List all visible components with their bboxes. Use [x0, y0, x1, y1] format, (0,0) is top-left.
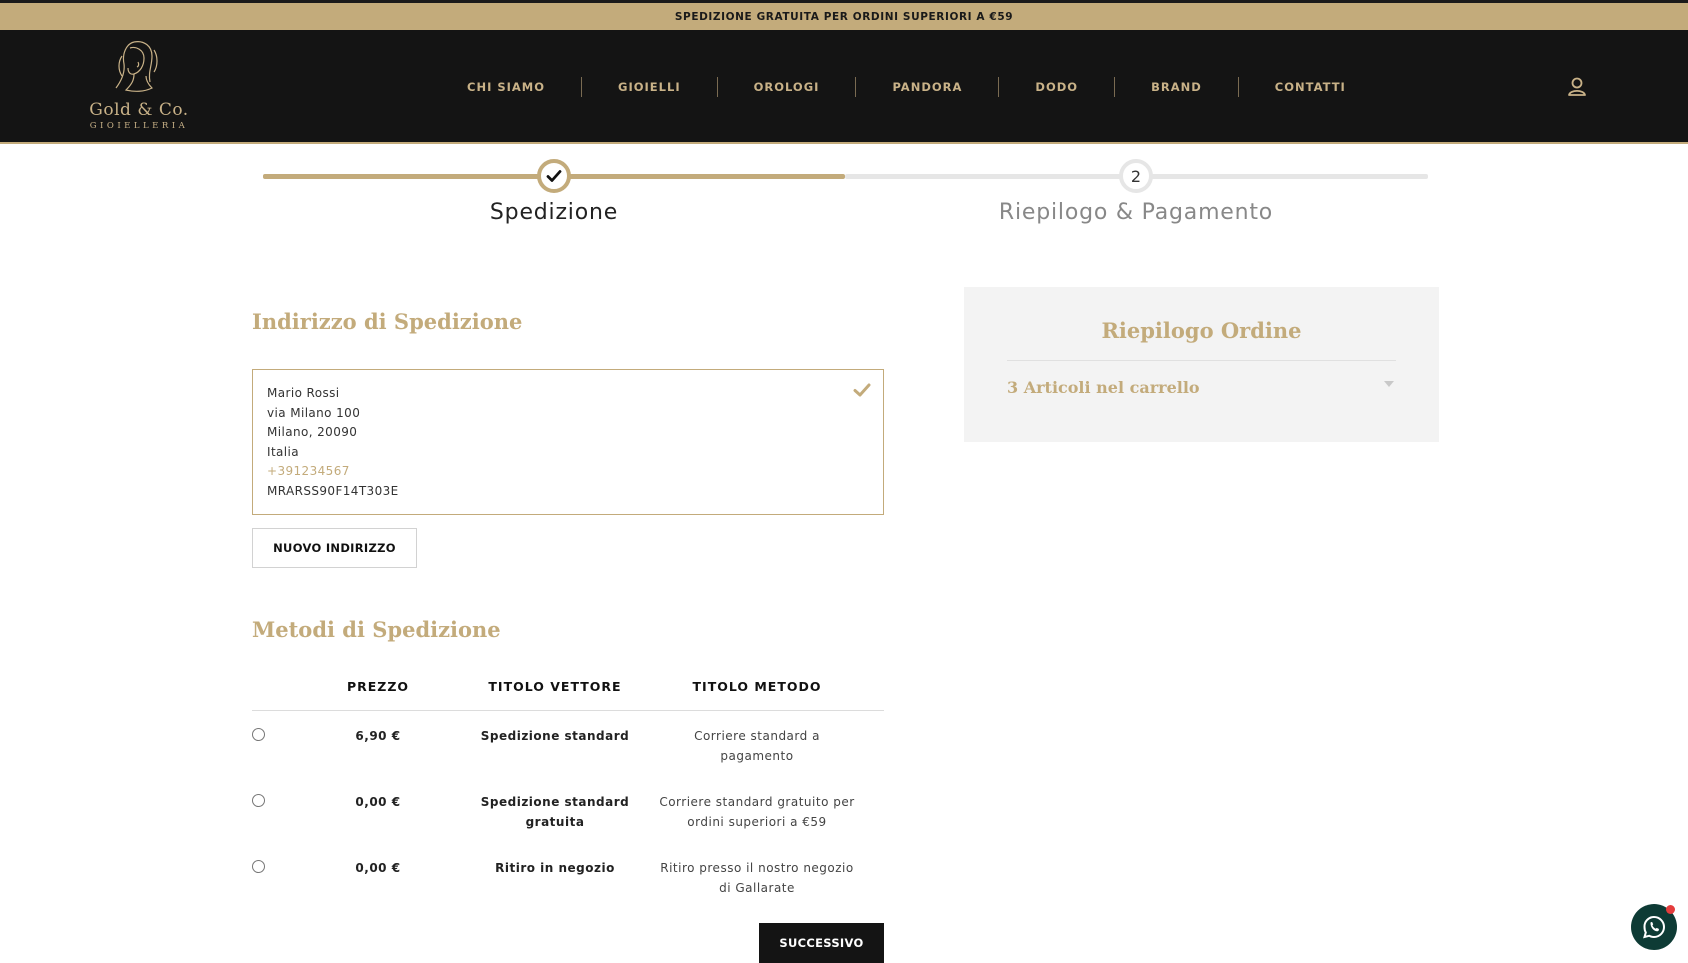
row-select-cell	[252, 793, 302, 859]
table-body: 6,90 € Spedizione standard Corriere stan…	[252, 711, 884, 925]
row-carrier: Spedizione standard	[480, 729, 630, 743]
logo-subtitle: GIOIELLERIA	[89, 121, 189, 131]
address-tax-code: MRARSS90F14T303E	[267, 483, 399, 498]
row-select-cell	[252, 859, 302, 925]
shipping-radio-standard[interactable]	[252, 728, 265, 741]
address-phone: +391234567	[267, 464, 350, 479]
site-header: Gold & Co. GIOIELLERIA CHI SIAMO GIOIELL…	[0, 30, 1688, 144]
header-price: PREZZO	[346, 679, 410, 694]
whatsapp-chat-button[interactable]	[1631, 904, 1677, 950]
header-method: TITOLO METODO	[692, 679, 822, 694]
main-nav: CHI SIAMO GIOIELLI OROLOGI PANDORA DODO …	[431, 74, 1382, 100]
nav-item-gioielli[interactable]: GIOIELLI	[581, 77, 717, 97]
step-1-label: Spedizione	[489, 200, 619, 225]
row-price: 6,90 €	[355, 729, 401, 743]
row-method: Ritiro presso il nostro negozio di Galla…	[660, 861, 854, 895]
selected-address-card[interactable]: Mario Rossi via Milano 100 Milano, 20090…	[252, 369, 884, 515]
nav-item-brand[interactable]: BRAND	[1114, 77, 1238, 97]
address-name: Mario Rossi	[267, 386, 340, 400]
cart-items-toggle[interactable]: 3 Articoli nel carrello	[1007, 378, 1200, 397]
nav-item-chi-siamo[interactable]: CHI SIAMO	[431, 77, 581, 97]
row-carrier: Ritiro in negozio	[495, 861, 615, 875]
row-select-cell	[252, 727, 302, 793]
whatsapp-icon	[1643, 915, 1665, 939]
logo[interactable]: Gold & Co. GIOIELLERIA	[86, 36, 192, 140]
row-carrier: Spedizione standard gratuita	[480, 795, 630, 829]
summary-divider	[1007, 360, 1396, 361]
promo-text: SPEDIZIONE GRATUITA PER ORDINI SUPERIORI…	[674, 10, 1014, 23]
address-country: Italia	[267, 444, 300, 459]
order-summary-title: Riepilogo Ordine	[1101, 318, 1302, 343]
notification-dot	[1666, 905, 1675, 914]
nav-item-orologi[interactable]: OROLOGI	[716, 77, 856, 97]
table-header-row: PREZZO TITOLO VETTORE TITOLO METODO	[252, 676, 884, 711]
nav-item-contatti[interactable]: CONTATTI	[1237, 77, 1382, 97]
table-row[interactable]: 0,00 € Ritiro in negozio Ritiro presso i…	[252, 859, 884, 925]
address-section-title: Indirizzo di Spedizione	[252, 309, 523, 334]
step-2-number: 2	[1130, 166, 1142, 186]
user-icon[interactable]	[1564, 74, 1590, 100]
row-method: Corriere standard a pagamento	[694, 729, 820, 763]
shipping-methods-title: Metodi di Spedizione	[252, 617, 501, 642]
checkmark-icon	[546, 170, 562, 182]
checkout-stepper: 2 Spedizione Riepilogo & Pagamento	[263, 156, 1428, 236]
shipping-radio-pickup[interactable]	[252, 860, 265, 873]
row-price: 0,00 €	[355, 861, 401, 875]
header-carrier: TITOLO VETTORE	[488, 679, 622, 694]
shipping-radio-free[interactable]	[252, 794, 265, 807]
row-price: 0,00 €	[355, 795, 401, 809]
nav-item-pandora[interactable]: PANDORA	[855, 77, 998, 97]
table-row[interactable]: 6,90 € Spedizione standard Corriere stan…	[252, 727, 884, 793]
order-summary-panel: Riepilogo Ordine 3 Articoli nel carrello	[964, 287, 1439, 442]
shipping-methods-table: PREZZO TITOLO VETTORE TITOLO METODO 6,90…	[252, 676, 884, 925]
selected-check-icon	[853, 383, 871, 397]
new-address-button[interactable]: NUOVO INDIRIZZO	[252, 528, 417, 568]
logo-emblem-icon	[115, 41, 158, 92]
table-row[interactable]: 0,00 € Spedizione standard gratuita Corr…	[252, 793, 884, 859]
step-2-indicator: 2	[1119, 159, 1153, 193]
nav-item-dodo[interactable]: DODO	[998, 77, 1114, 97]
address-city: Milano, 20090	[267, 425, 358, 440]
logo-name: Gold & Co.	[89, 100, 189, 120]
row-method: Corriere standard gratuito per ordini su…	[659, 795, 855, 829]
step-2-label: Riepilogo & Pagamento	[998, 200, 1274, 225]
next-button[interactable]: SUCCESSIVO	[759, 923, 884, 963]
step-1-indicator	[537, 159, 571, 193]
header-select-column	[252, 676, 302, 710]
chevron-down-icon[interactable]	[1384, 381, 1394, 387]
address-street: via Milano 100	[267, 405, 361, 420]
promo-bar: SPEDIZIONE GRATUITA PER ORDINI SUPERIORI…	[0, 0, 1688, 30]
